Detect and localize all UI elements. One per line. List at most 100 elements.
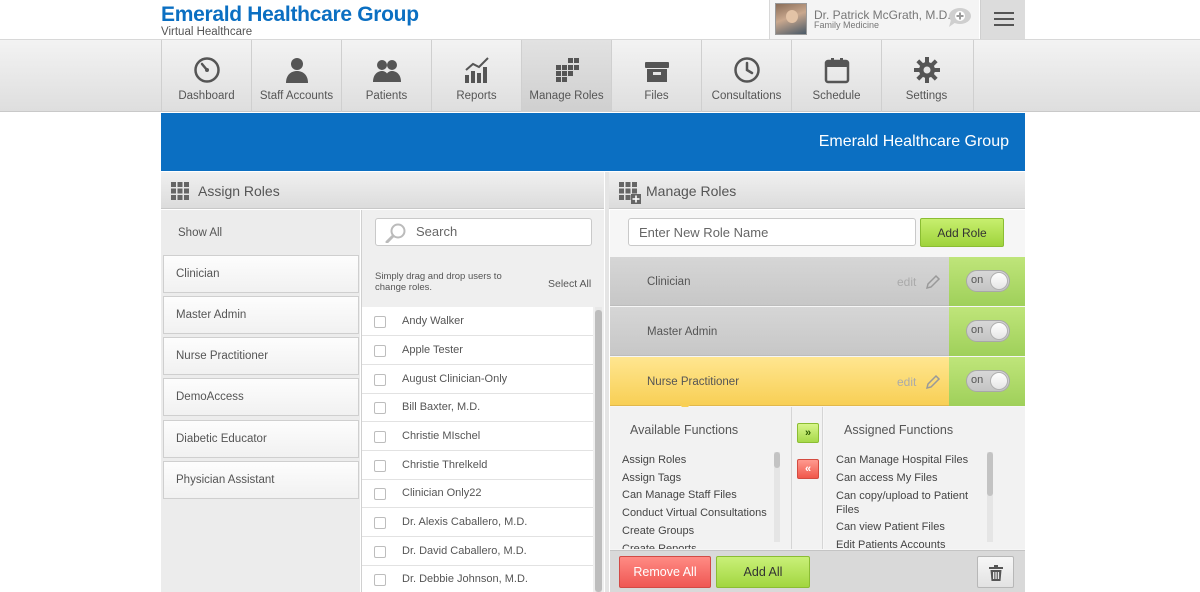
nav-label: Files: [644, 90, 669, 102]
pencil-icon[interactable]: [925, 374, 941, 390]
user-list-panel: Simply drag and drop users to change rol…: [361, 210, 604, 592]
list-item[interactable]: Dr. Debbie Johnson, M.D.: [362, 565, 593, 592]
list-item[interactable]: Christie MIschel: [362, 422, 593, 451]
add-all-button[interactable]: Add All: [716, 556, 810, 588]
role-toggle[interactable]: on: [966, 270, 1010, 292]
nav-reports[interactable]: Reports: [431, 40, 521, 112]
list-item[interactable]: Dr. Alexis Caballero, M.D.: [362, 508, 593, 537]
brand[interactable]: Emerald Healthcare Group Virtual Healthc…: [161, 3, 419, 38]
list-item[interactable]: August Clinician-Only: [362, 365, 593, 394]
list-item[interactable]: Bill Baxter, M.D.: [362, 393, 593, 422]
nav-consultations[interactable]: Consultations: [701, 40, 791, 112]
assigned-functions: Assigned Functions Can Manage Hospital F…: [824, 407, 1025, 549]
scrollbar[interactable]: [987, 452, 993, 542]
nav-dashboard[interactable]: Dashboard: [161, 40, 251, 112]
role-toggle[interactable]: on: [966, 370, 1010, 392]
assign-roles-header: Assign Roles: [161, 172, 604, 209]
checkbox[interactable]: [374, 345, 386, 357]
move-left-button[interactable]: «: [797, 459, 819, 479]
user-profile[interactable]: Dr. Patrick McGrath, M.D. Family Medicin…: [769, 0, 979, 39]
new-role-input[interactable]: [628, 218, 916, 246]
nav-settings[interactable]: Settings: [881, 40, 971, 112]
list-item[interactable]: Christie Threlkeld: [362, 451, 593, 480]
grid-icon: [171, 182, 189, 200]
pencil-icon[interactable]: [925, 274, 941, 290]
checkbox[interactable]: [374, 574, 386, 586]
function-item[interactable]: Create Reports: [622, 541, 767, 549]
role-row-nurse-practitioner[interactable]: Nurse Practitioner edit on: [610, 357, 1025, 406]
role-filter-item[interactable]: Physician Assistant: [163, 461, 359, 499]
show-all-link[interactable]: Show All: [178, 227, 222, 239]
chat-plus-icon[interactable]: [946, 7, 972, 29]
function-item[interactable]: Assign Roles: [622, 452, 767, 470]
nav-staff-accounts[interactable]: Staff Accounts: [251, 40, 341, 112]
nav-label: Dashboard: [178, 90, 235, 102]
role-name: Nurse Practitioner: [647, 376, 740, 388]
role-filter-item[interactable]: Clinician: [163, 255, 359, 293]
page-banner: Emerald Healthcare Group: [161, 113, 1025, 171]
checkbox[interactable]: [374, 402, 386, 414]
role-toggle[interactable]: on: [966, 320, 1010, 342]
scrollbar[interactable]: [595, 307, 602, 592]
user-name: Apple Tester: [402, 344, 463, 356]
checkbox[interactable]: [374, 374, 386, 386]
function-item[interactable]: Can Manage Hospital Files: [836, 452, 986, 470]
nav-schedule[interactable]: Schedule: [791, 40, 881, 112]
role-filter-item[interactable]: Master Admin: [163, 296, 359, 334]
function-item[interactable]: Can Manage Staff Files: [622, 487, 767, 505]
list-item[interactable]: Apple Tester: [362, 336, 593, 365]
nav-patients[interactable]: Patients: [341, 40, 431, 112]
brand-title: Emerald Healthcare Group: [161, 3, 419, 26]
assigned-functions-list[interactable]: Can Manage Hospital Files Can access My …: [836, 452, 986, 549]
role-row-clinician[interactable]: Clinician edit on: [610, 257, 1025, 306]
role-filter-item[interactable]: Nurse Practitioner: [163, 337, 359, 375]
list-item[interactable]: Dr. David Caballero, M.D.: [362, 537, 593, 566]
toggle-label: on: [971, 324, 984, 336]
nav-manage-roles[interactable]: Manage Roles: [521, 40, 611, 112]
checkbox[interactable]: [374, 431, 386, 443]
function-item[interactable]: Assign Tags: [622, 470, 767, 488]
role-row-master-admin[interactable]: Master Admin on: [610, 307, 1025, 356]
list-item[interactable]: Andy Walker: [362, 307, 593, 336]
user-name: Christie Threlkeld: [402, 459, 488, 471]
function-item[interactable]: Can copy/upload to Patient Files: [836, 487, 986, 519]
available-functions-list[interactable]: Assign Roles Assign Tags Can Manage Staf…: [622, 452, 767, 549]
gear-icon: [914, 57, 940, 83]
role-filter-item[interactable]: DemoAccess: [163, 378, 359, 416]
function-item[interactable]: Can view Patient Files: [836, 519, 986, 537]
checkbox[interactable]: [374, 517, 386, 529]
nav-files[interactable]: Files: [611, 40, 701, 112]
checkbox[interactable]: [374, 546, 386, 558]
role-filter-list: Show All Clinician Master Admin Nurse Pr…: [161, 210, 360, 592]
nav-label: Settings: [905, 90, 948, 102]
search-input[interactable]: [416, 224, 586, 239]
function-item[interactable]: Can access My Files: [836, 470, 986, 488]
checkbox[interactable]: [374, 460, 386, 472]
hamburger-icon[interactable]: [980, 0, 1025, 39]
remove-all-button[interactable]: Remove All: [619, 556, 711, 588]
scrollbar[interactable]: [774, 452, 780, 542]
edit-link[interactable]: edit: [897, 275, 916, 289]
delete-role-button[interactable]: [977, 556, 1014, 588]
avatar: [775, 3, 807, 35]
nav-label: Patients: [365, 90, 408, 102]
calendar-icon: [824, 58, 850, 84]
move-right-button[interactable]: »: [797, 423, 819, 443]
select-all-link[interactable]: Select All: [548, 278, 591, 290]
checkbox[interactable]: [374, 316, 386, 328]
role-filter-item[interactable]: Diabetic Educator: [163, 420, 359, 458]
nav-label: Reports: [456, 90, 497, 102]
checkbox[interactable]: [374, 488, 386, 500]
assigned-functions-title: Assigned Functions: [844, 423, 954, 437]
function-item[interactable]: Conduct Virtual Consultations: [622, 505, 767, 523]
main-nav: Dashboard Staff Accounts Patients Report…: [0, 40, 1200, 112]
function-item[interactable]: Create Groups: [622, 523, 767, 541]
search-box[interactable]: [375, 218, 592, 246]
user-name: August Clinician-Only: [402, 373, 508, 385]
manage-roles-title: Manage Roles: [646, 183, 737, 199]
top-header: Emerald Healthcare Group Virtual Healthc…: [0, 0, 1200, 40]
add-role-button[interactable]: Add Role: [920, 218, 1004, 247]
function-item[interactable]: Edit Patients Accounts: [836, 537, 986, 549]
list-item[interactable]: Clinician Only22: [362, 479, 593, 508]
edit-link[interactable]: edit: [897, 375, 916, 389]
